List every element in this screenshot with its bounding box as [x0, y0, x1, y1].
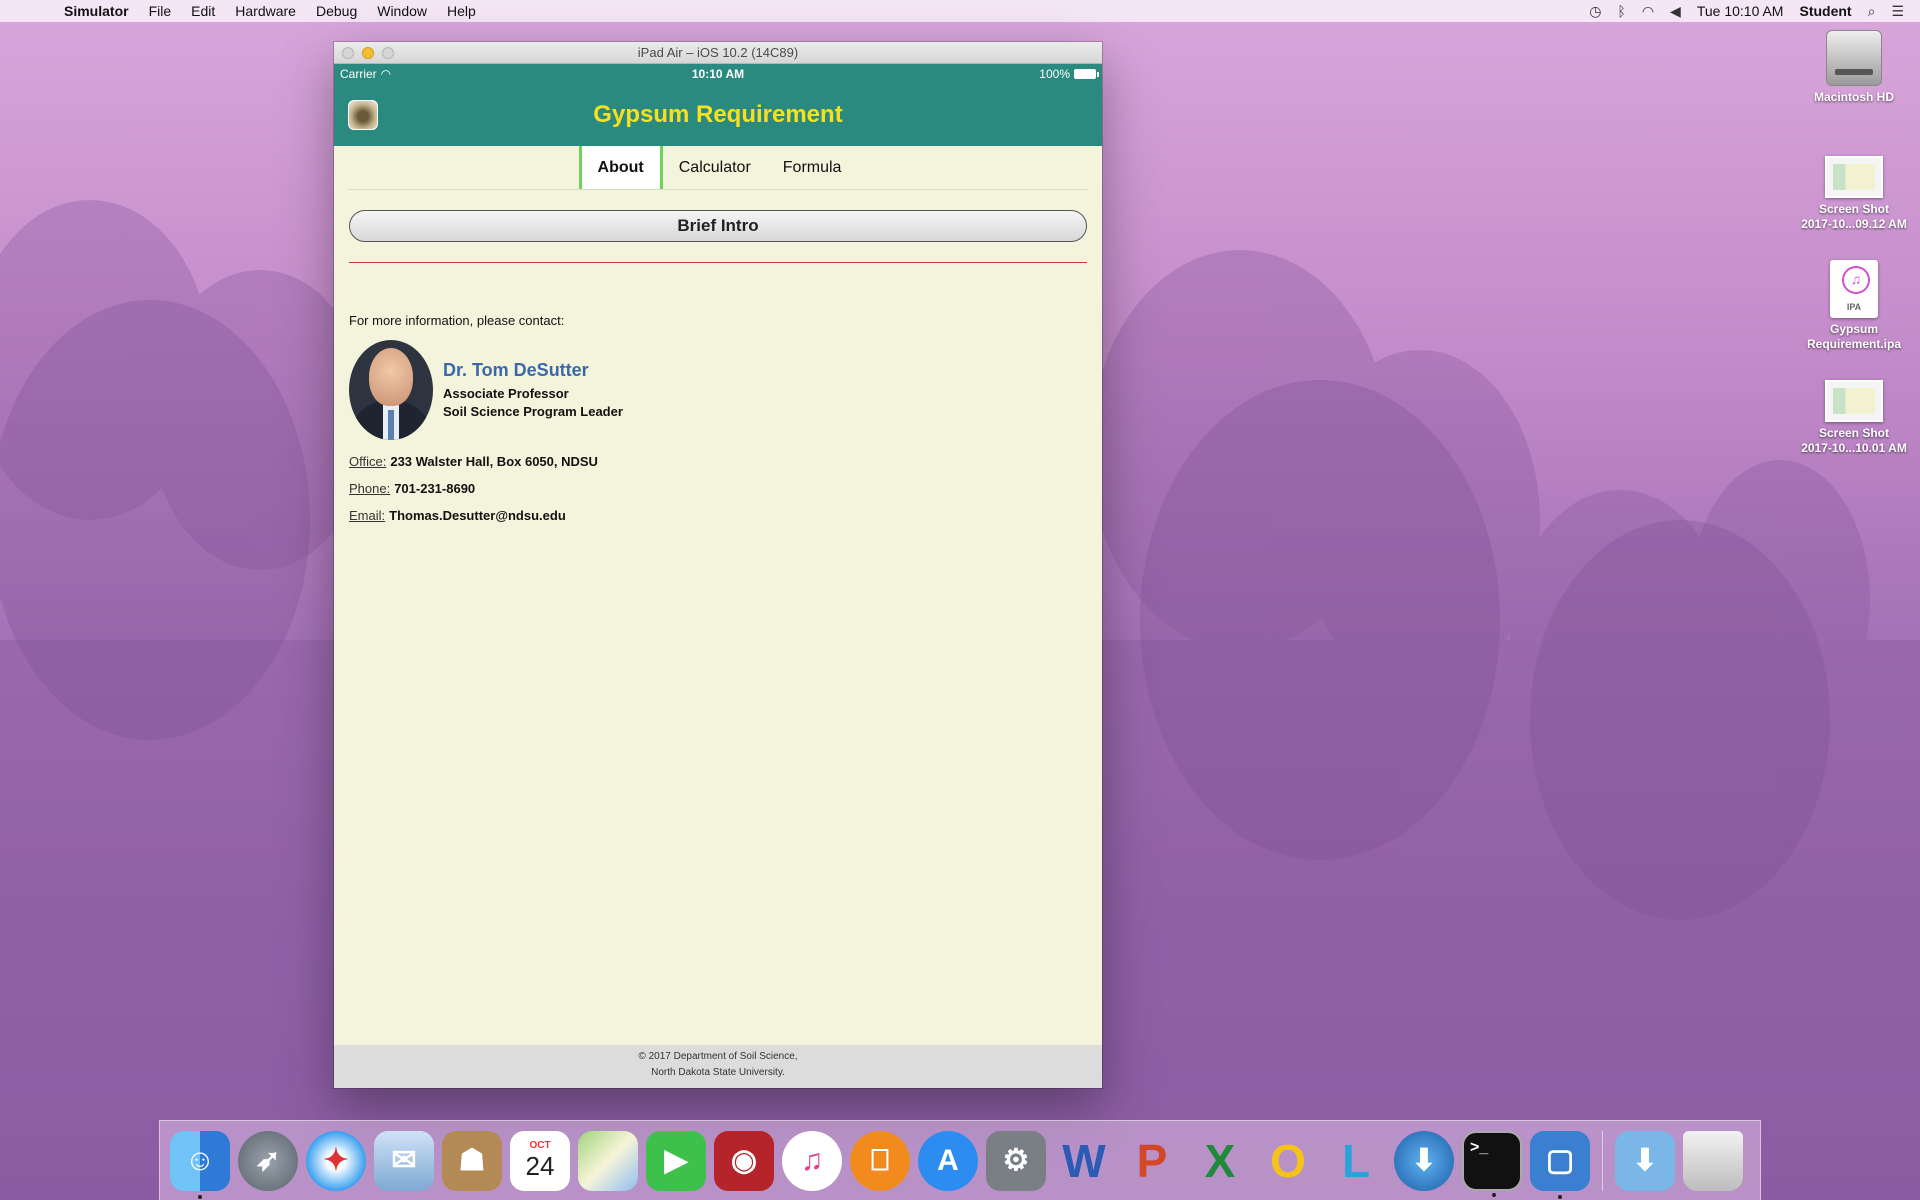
- menu-debug[interactable]: Debug: [306, 3, 367, 19]
- excel-icon[interactable]: X: [1190, 1131, 1250, 1191]
- contacts-icon[interactable]: ☗: [442, 1130, 502, 1191]
- person-role: Soil Science Program Leader: [443, 404, 623, 419]
- ibooks-icon[interactable]: ⎕: [850, 1130, 910, 1191]
- about-content: Brief Intro: [334, 210, 1102, 242]
- desktop-icon-label: Screen Shot: [1818, 426, 1890, 440]
- tab-calculator[interactable]: Calculator: [663, 146, 767, 189]
- section-divider: [349, 262, 1087, 263]
- maps-icon[interactable]: [578, 1130, 638, 1191]
- trash-icon[interactable]: [1683, 1130, 1743, 1191]
- desktop-icon-label: Gypsum: [1829, 322, 1878, 336]
- battery-icon: [1074, 69, 1099, 79]
- dock-separator: [1602, 1130, 1603, 1191]
- phone-label: Phone:: [349, 481, 391, 496]
- office-value: 233 Walster Hall, Box 6050, NDSU: [390, 454, 598, 469]
- network-utility-icon[interactable]: ⬇: [1394, 1130, 1454, 1191]
- downloads-icon[interactable]: ⬇: [1615, 1130, 1675, 1191]
- status-time: 10:10 AM: [691, 67, 745, 81]
- minimize-window-button[interactable]: [362, 46, 374, 59]
- email-detail: Email: Thomas.Desutter@ndsu.edu: [349, 508, 1087, 523]
- notification-center-icon[interactable]: ☰: [1891, 3, 1904, 20]
- ios-status-bar: Carrier ◠ 10:10 AM 100%: [334, 64, 1102, 84]
- window-title: iPad Air – iOS 10.2 (14C89): [637, 45, 799, 60]
- menu-edit[interactable]: Edit: [181, 3, 225, 19]
- person-title: Associate Professor: [443, 386, 569, 401]
- simulator-window: iPad Air – iOS 10.2 (14C89) Carrier ◠ 10…: [334, 42, 1102, 1088]
- calendar-day: 24: [525, 1150, 555, 1181]
- footer-line-2: North Dakota State University.: [651, 1067, 785, 1078]
- safari-icon[interactable]: ✦: [306, 1130, 366, 1191]
- close-window-button[interactable]: [342, 46, 354, 59]
- menu-user[interactable]: Student: [1799, 3, 1851, 19]
- desktop-icon-gypsum-ipa[interactable]: IPA Gypsum Requirement.ipa: [1789, 260, 1919, 352]
- zoom-window-button[interactable]: [382, 46, 394, 59]
- itunes-icon[interactable]: ♫: [782, 1130, 842, 1191]
- desktop-icon-screenshot-1[interactable]: Screen Shot 2017-10...09.12 AM: [1789, 156, 1919, 232]
- menu-file[interactable]: File: [139, 3, 182, 19]
- outlook-icon[interactable]: O: [1258, 1131, 1318, 1191]
- finder-icon[interactable]: ☺: [170, 1130, 230, 1199]
- facetime-icon[interactable]: ▶: [646, 1130, 706, 1191]
- app-navigation-bar: Gypsum Requirement: [334, 84, 1102, 146]
- email-value[interactable]: Thomas.Desutter@ndsu.edu: [389, 508, 566, 523]
- mail-icon[interactable]: ✉: [374, 1130, 434, 1191]
- footer-line-1: © 2017 Department of Soil Science,: [638, 1051, 798, 1062]
- app-store-icon[interactable]: A: [918, 1130, 978, 1191]
- phone-detail: Phone: 701-231-8690: [349, 481, 1087, 496]
- desktop-icon-label: 2017-10...09.12 AM: [1801, 217, 1907, 231]
- spotlight-search-icon[interactable]: ⌕: [1868, 3, 1876, 20]
- desktop-icon-label: Macintosh HD: [1813, 90, 1894, 104]
- system-preferences-icon[interactable]: ⚙: [986, 1130, 1046, 1191]
- bluetooth-icon[interactable]: ᛒ: [1617, 3, 1625, 19]
- screenshot-file-icon: [1825, 380, 1883, 422]
- app-title: Gypsum Requirement: [593, 101, 843, 128]
- screenshot-file-icon: [1825, 156, 1883, 198]
- word-icon[interactable]: W: [1054, 1131, 1114, 1191]
- menu-window[interactable]: Window: [367, 3, 437, 19]
- macos-dock: ☺ ➶ ✦ ✉ ☗ OCT 24 ▶ ◉ ♫ ⎕ A ⚙ W P X O L ⬇…: [159, 1120, 1761, 1200]
- brief-intro-button[interactable]: Brief Intro: [349, 210, 1087, 242]
- app-footer: © 2017 Department of Soil Science, North…: [334, 1045, 1102, 1088]
- tab-about[interactable]: About: [578, 146, 663, 189]
- person-name: Dr. Tom DeSutter: [443, 360, 589, 380]
- volume-icon[interactable]: ◀: [1670, 3, 1681, 20]
- menu-hardware[interactable]: Hardware: [225, 3, 306, 19]
- desktop-icon-label: Requirement.ipa: [1806, 337, 1902, 351]
- desktop-icon-label: 2017-10...10.01 AM: [1801, 441, 1907, 455]
- time-machine-icon[interactable]: ◷: [1589, 3, 1601, 20]
- office-detail: Office: 233 Walster Hall, Box 6050, NDSU: [349, 454, 1087, 469]
- desktop-icon-label: Screen Shot: [1818, 202, 1890, 216]
- email-label: Email:: [349, 508, 386, 523]
- calendar-icon[interactable]: OCT 24: [510, 1130, 570, 1191]
- lync-icon[interactable]: L: [1326, 1131, 1386, 1191]
- desktop-icon-screenshot-2[interactable]: Screen Shot 2017-10...10.01 AM: [1789, 380, 1919, 456]
- menu-app-name[interactable]: Simulator: [54, 3, 139, 19]
- app-logo-icon[interactable]: [348, 100, 378, 130]
- contact-person: Dr. Tom DeSutter Associate Professor Soi…: [349, 340, 1087, 440]
- desktop-icon-macintosh-hd[interactable]: Macintosh HD: [1789, 30, 1919, 105]
- tab-bar: About Calculator Formula: [348, 146, 1088, 190]
- photo-booth-icon[interactable]: ◉: [714, 1130, 774, 1191]
- menu-help[interactable]: Help: [437, 3, 486, 19]
- ipa-file-icon: IPA: [1830, 260, 1878, 318]
- phone-value[interactable]: 701-231-8690: [394, 481, 475, 496]
- simulator-icon[interactable]: ▢: [1530, 1130, 1590, 1199]
- window-titlebar[interactable]: iPad Air – iOS 10.2 (14C89): [334, 42, 1102, 64]
- ipa-badge: IPA: [1846, 302, 1862, 312]
- office-label: Office:: [349, 454, 387, 469]
- hard-drive-icon: [1826, 30, 1882, 86]
- person-photo: [349, 340, 433, 440]
- calendar-month: OCT: [529, 1139, 551, 1151]
- menu-clock[interactable]: Tue 10:10 AM: [1697, 3, 1784, 19]
- contact-intro-text: For more information, please contact:: [349, 313, 565, 328]
- terminal-icon[interactable]: >_: [1462, 1130, 1522, 1197]
- window-controls: [334, 46, 394, 59]
- wifi-icon[interactable]: ◠: [1642, 3, 1654, 20]
- tab-formula[interactable]: Formula: [767, 146, 858, 189]
- powerpoint-icon[interactable]: P: [1122, 1131, 1182, 1191]
- launchpad-icon[interactable]: ➶: [238, 1130, 298, 1191]
- macos-menu-bar: Simulator File Edit Hardware Debug Windo…: [0, 0, 1920, 22]
